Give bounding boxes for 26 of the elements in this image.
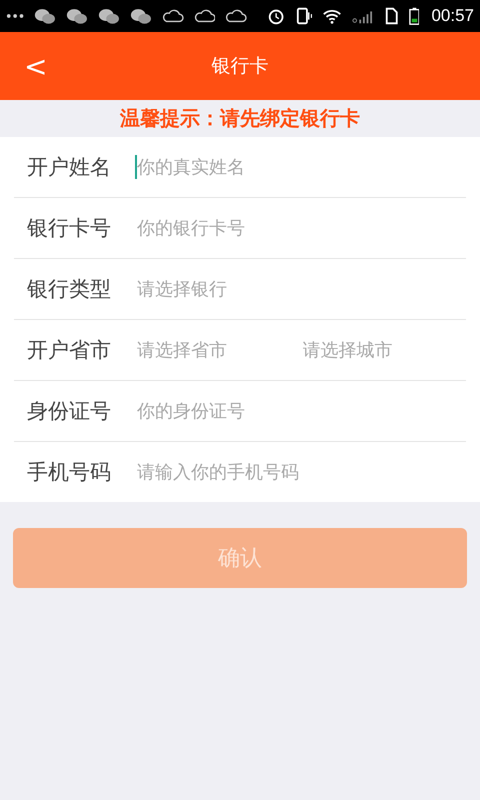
more-icon xyxy=(6,13,24,19)
input-field[interactable]: 你的银行卡号 xyxy=(135,208,455,248)
field-label: 手机号码 xyxy=(26,459,112,486)
chat-icon xyxy=(66,6,88,26)
status-time: 00:57 xyxy=(431,6,474,26)
field-label: 银行类型 xyxy=(26,276,112,303)
phone-vibrate-icon xyxy=(296,6,312,26)
chat-icon xyxy=(98,6,120,26)
field-label: 银行卡号 xyxy=(26,215,112,242)
input-field[interactable]: 你的身份证号 xyxy=(135,391,455,431)
input-field[interactable]: 请输入你的手机号码 xyxy=(135,452,455,492)
chat-icon xyxy=(34,6,56,26)
back-button[interactable]: < xyxy=(18,50,54,83)
sim-card-icon xyxy=(384,6,398,26)
field-label: 开户省市 xyxy=(26,337,112,364)
notice-text: 温馨提示：请先绑定银行卡 xyxy=(120,105,360,132)
input-field[interactable]: 请选择银行 xyxy=(135,269,455,309)
field-label: 开户姓名 xyxy=(26,154,112,181)
input-field[interactable]: 请选择省市 xyxy=(135,330,300,370)
page-title: 银行卡 xyxy=(212,54,268,79)
input-field[interactable]: 你的真实姓名 xyxy=(135,147,455,187)
text-cursor xyxy=(135,155,137,179)
field-label: 身份证号 xyxy=(26,398,112,425)
chat-icon xyxy=(130,6,152,26)
battery-icon xyxy=(408,6,420,26)
input-field[interactable]: 请选择城市 xyxy=(300,330,466,370)
